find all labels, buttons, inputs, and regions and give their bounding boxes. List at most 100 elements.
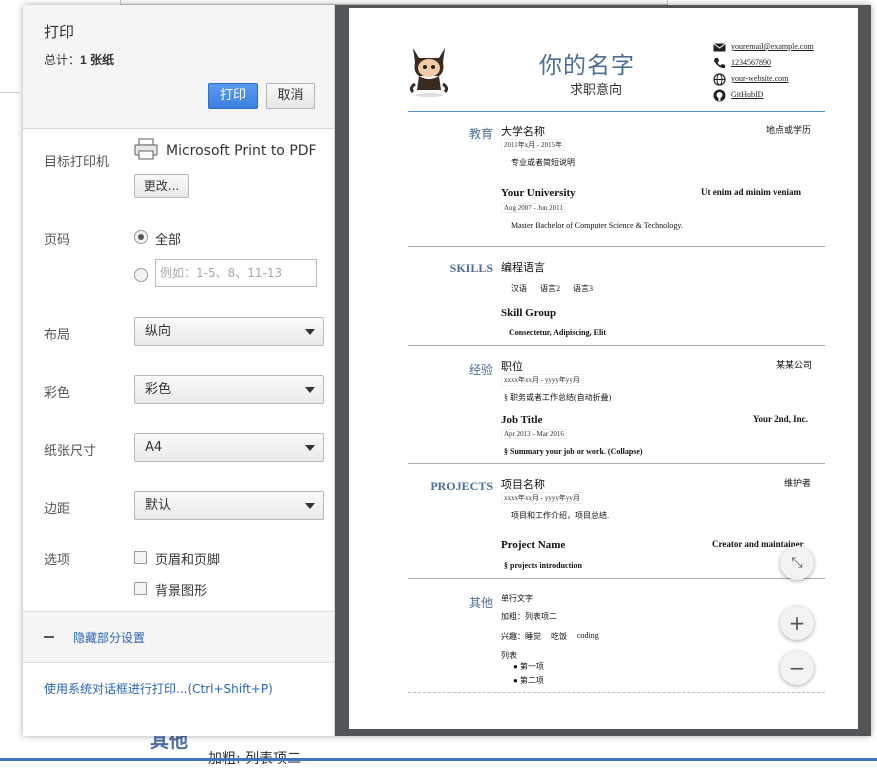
list-item-text: 第一项	[519, 662, 544, 671]
pages-input[interactable]: 例如：1-5、8、11-13	[155, 259, 317, 287]
projects-title: PROJECTS	[430, 479, 493, 493]
resume-job-intent: 求职意向	[570, 83, 623, 98]
project-desc: § projects introduction	[504, 561, 582, 570]
other-single-line: 单行文字	[501, 594, 533, 603]
headers-footers-label[interactable]: 页眉和页脚	[155, 549, 220, 568]
other-bold-value: 列表项二	[525, 612, 557, 621]
headers-footers-checkbox[interactable]	[134, 551, 147, 564]
fit-to-page-button[interactable]: ⤡	[780, 546, 814, 580]
other-title: 其他	[468, 596, 493, 610]
github-link[interactable]: GitHubID	[731, 90, 763, 99]
layout-value: 纵向	[145, 324, 172, 339]
header-divider	[408, 111, 825, 112]
other-hobby-label: 兴趣：	[501, 632, 525, 641]
background-graphics-checkbox[interactable]	[134, 582, 147, 595]
margins-select[interactable]: 默认	[134, 491, 324, 520]
education-date: Aug 2007 - Jun 2011	[501, 203, 566, 213]
project-desc: 项目和工作介绍，项目总结.	[511, 511, 609, 520]
chevron-down-icon	[305, 329, 315, 335]
less-settings-link[interactable]: 隐藏部分设置	[73, 629, 145, 646]
email-link[interactable]: youremail@example.com	[731, 42, 814, 51]
minus-icon: −	[788, 656, 806, 680]
experience-company: Your 2nd, Inc.	[753, 414, 808, 424]
education-desc: 专业或者简短说明	[511, 158, 575, 167]
octocat-avatar-icon	[409, 48, 449, 97]
color-label: 彩色	[44, 386, 71, 401]
paper-size-select[interactable]: A4	[134, 433, 324, 462]
zoom-out-button[interactable]: −	[780, 651, 814, 685]
pages-label: 页码	[44, 233, 71, 248]
project-name: Project Name	[501, 539, 566, 551]
margins-label: 边距	[44, 502, 71, 517]
printer-icon	[134, 138, 158, 160]
other-list-title: 列表	[501, 651, 517, 660]
skill-item: 语言3	[573, 284, 593, 293]
experience-role: Job Title	[501, 414, 543, 426]
project-name: 项目名称	[501, 479, 545, 491]
pages-custom-radio[interactable]	[134, 268, 148, 282]
less-settings-toggle[interactable]: 隐藏部分设置	[23, 611, 334, 663]
education-school: Your University	[501, 187, 576, 199]
project-date: xxxx年xx月 - yyyy年yy月	[501, 492, 583, 504]
layout-select[interactable]: 纵向	[134, 317, 324, 346]
website-link[interactable]: your-website.com	[731, 74, 788, 83]
change-printer-button[interactable]: 更改...	[134, 174, 189, 198]
experience-date: Apr 2013 - Mar 2016	[501, 429, 567, 439]
section-divider	[408, 692, 825, 693]
section-divider	[408, 345, 825, 346]
cancel-button[interactable]: 取消	[266, 83, 315, 109]
printer-name: Microsoft Print to PDF	[166, 143, 317, 159]
sheet-total-value: 1 张纸	[80, 53, 115, 67]
section-divider	[408, 463, 825, 464]
margins-value: 默认	[145, 498, 172, 513]
hobby-item: 吃饭	[551, 632, 567, 641]
collapse-icon	[44, 636, 54, 638]
zoom-in-button[interactable]: +	[780, 606, 814, 640]
chevron-down-icon	[305, 503, 315, 509]
section-divider	[408, 578, 825, 579]
pages-all-radio[interactable]	[134, 230, 148, 244]
print-dialog: 打印 总计：1 张纸 打印 取消 目标打印机 Microsoft Print t…	[23, 5, 871, 736]
education-school: 大学名称	[501, 126, 545, 138]
skills-title: SKILLS	[449, 261, 493, 275]
experience-desc: § Summary your job or work. (Collapse)	[504, 447, 643, 456]
experience-title: 经验	[468, 363, 493, 377]
color-value: 彩色	[145, 382, 172, 397]
experience-role: 职位	[501, 361, 523, 373]
list-item: ● 第二项	[513, 676, 544, 685]
experience-desc: § 职务或者工作总结(自动折叠)	[504, 393, 612, 402]
education-title: 教育	[468, 127, 493, 141]
system-dialog-link[interactable]: 使用系统对话框进行打印...(Ctrl+Shift+P)	[44, 680, 273, 697]
list-item: ● 第一项	[513, 662, 544, 671]
section-divider	[408, 246, 825, 247]
skills-group: Skill Group	[501, 307, 557, 319]
project-role: 维护者	[784, 478, 812, 488]
pages-all-label[interactable]: 全部	[155, 229, 181, 248]
paper-size-value: A4	[145, 440, 163, 455]
other-bold-label: 加粗：	[501, 612, 525, 621]
dialog-title: 打印	[44, 24, 75, 41]
experience-date: xxxx年xx月 - yyyy年yy月	[501, 374, 583, 386]
fit-icon: ⤡	[791, 555, 803, 571]
paper-size-label: 纸张尺寸	[44, 444, 97, 459]
experience-company: 某某公司	[776, 360, 813, 370]
skill-item: 语言2	[540, 284, 560, 293]
sheet-total-prefix: 总计：	[44, 53, 81, 67]
print-header: 打印 总计：1 张纸 打印 取消	[23, 5, 334, 129]
color-select[interactable]: 彩色	[134, 375, 324, 404]
skill-item: 汉语	[511, 284, 527, 293]
options-label: 选项	[44, 553, 71, 568]
github-icon	[713, 89, 726, 102]
layout-label: 布局	[44, 328, 71, 343]
phone-link[interactable]: 1234567890	[731, 58, 771, 67]
education-right: 地点或学历	[766, 125, 812, 135]
globe-icon	[713, 73, 726, 86]
chevron-down-icon	[305, 445, 315, 451]
education-date: 2011年x月 - 2015年	[501, 139, 566, 151]
background-graphics-label[interactable]: 背景图形	[155, 580, 207, 599]
resume-name: 你的名字	[539, 53, 635, 79]
education-desc: Master Bachelor of Computer Science & Te…	[511, 221, 683, 230]
sheet-total: 总计：1 张纸	[44, 51, 114, 68]
print-button[interactable]: 打印	[208, 83, 258, 109]
print-preview[interactable]: 你的名字 求职意向 youremail@example.com 12345678…	[335, 5, 871, 736]
